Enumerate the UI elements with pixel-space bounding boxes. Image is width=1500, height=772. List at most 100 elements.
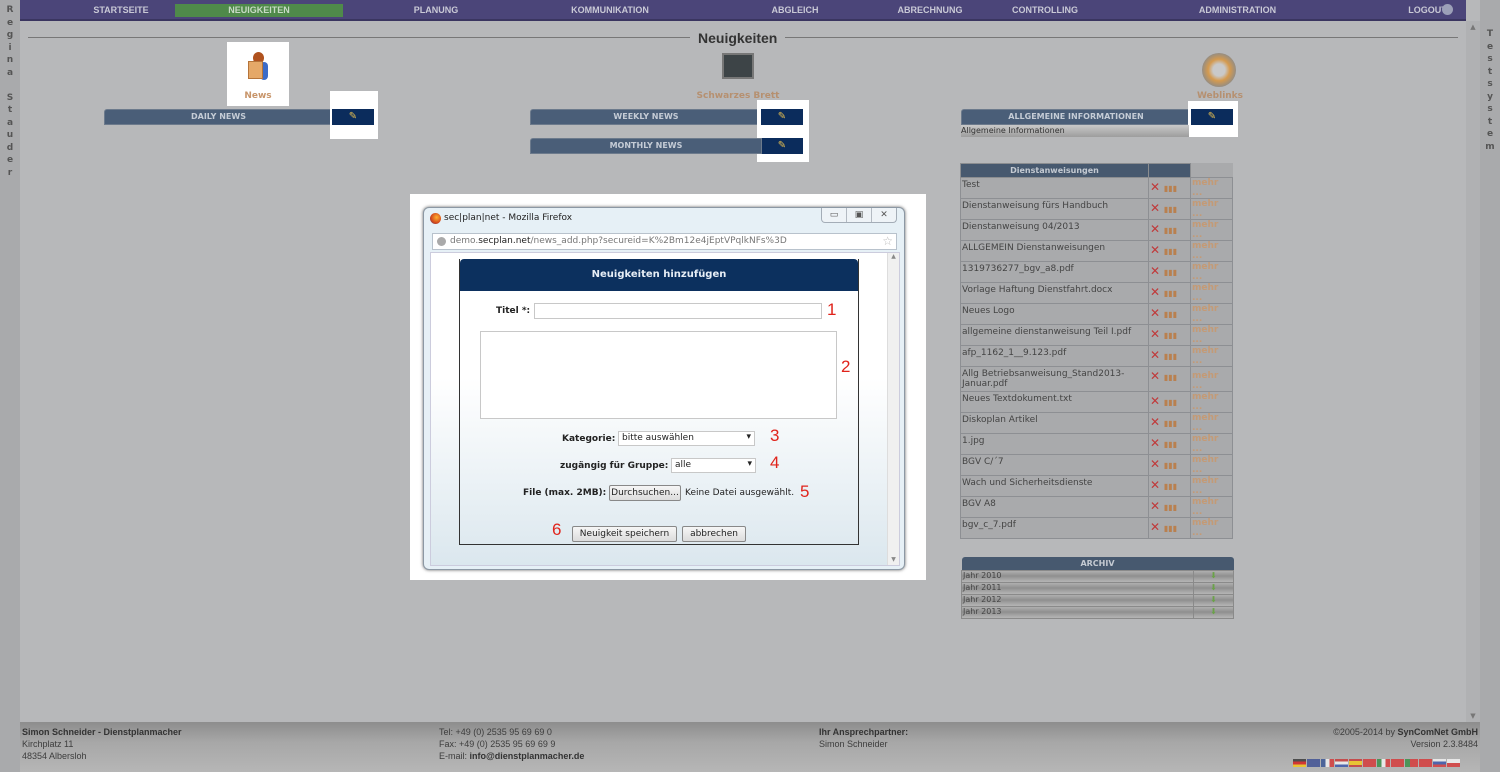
delete-icon[interactable]: ✕: [1150, 306, 1160, 320]
statistics-icon[interactable]: ▮▮▮: [1164, 289, 1177, 298]
more-link[interactable]: mehr ...: [1190, 177, 1233, 199]
flag-es-icon[interactable]: [1349, 759, 1362, 767]
nav-neuigkeiten[interactable]: NEUIGKEITEN: [175, 4, 343, 17]
more-link[interactable]: mehr ...: [1190, 412, 1233, 434]
flag-ch-icon[interactable]: [1363, 759, 1376, 767]
document-name[interactable]: Test: [960, 177, 1149, 199]
archive-year[interactable]: Jahr 2010: [961, 569, 1194, 583]
page-scrollbar[interactable]: ▲ ▼: [1466, 21, 1480, 722]
daily-news-bar[interactable]: DAILY NEWS: [104, 109, 333, 125]
more-link[interactable]: mehr ...: [1190, 433, 1233, 455]
document-name[interactable]: Dienstanweisung 04/2013: [960, 219, 1149, 241]
general-info-item[interactable]: Allgemeine Informationen: [961, 125, 1189, 137]
delete-icon[interactable]: ✕: [1150, 499, 1160, 513]
nav-startseite[interactable]: STARTSEITE: [68, 4, 174, 17]
delete-icon[interactable]: ✕: [1150, 285, 1160, 299]
statistics-icon[interactable]: ▮▮▮: [1164, 524, 1177, 533]
cancel-button[interactable]: abbrechen: [682, 526, 746, 542]
url-bar[interactable]: demo.secplan.net/news_add.php?secureid=K…: [432, 233, 897, 250]
group-select[interactable]: alle: [671, 458, 756, 473]
statistics-icon[interactable]: ▮▮▮: [1164, 419, 1177, 428]
document-name[interactable]: Vorlage Haftung Dienstfahrt.docx: [960, 282, 1149, 304]
document-name[interactable]: afp_1162_1__9.123.pdf: [960, 345, 1149, 367]
more-link[interactable]: mehr ...: [1190, 454, 1233, 476]
help-icon[interactable]: [1442, 4, 1453, 15]
flag-tr-icon[interactable]: [1391, 759, 1404, 767]
archive-year[interactable]: Jahr 2013: [961, 605, 1194, 619]
more-link[interactable]: mehr ...: [1190, 366, 1233, 392]
monthly-edit-pencil-icon[interactable]: ✎: [761, 138, 803, 154]
nav-administration[interactable]: ADMINISTRATION: [1170, 4, 1305, 17]
delete-icon[interactable]: ✕: [1150, 327, 1160, 341]
download-arrow-icon[interactable]: ⬇: [1193, 569, 1234, 583]
weblinks-link[interactable]: Weblinks: [1180, 52, 1260, 102]
popup-scrollbar[interactable]: ▲ ▼: [887, 253, 899, 565]
news-link[interactable]: News: [227, 42, 289, 106]
more-link[interactable]: mehr ...: [1190, 324, 1233, 346]
document-name[interactable]: bgv_c_7.pdf: [960, 517, 1149, 539]
delete-icon[interactable]: ✕: [1150, 394, 1160, 408]
statistics-icon[interactable]: ▮▮▮: [1164, 373, 1177, 382]
delete-icon[interactable]: ✕: [1150, 369, 1160, 383]
flag-cn-icon[interactable]: [1419, 759, 1432, 767]
email-link[interactable]: info@dienstplanmacher.de: [470, 751, 585, 761]
more-link[interactable]: mehr ...: [1190, 391, 1233, 413]
more-link[interactable]: mehr ...: [1190, 282, 1233, 304]
document-name[interactable]: Allg Betriebsanweisung_Stand2013-Januar.…: [960, 366, 1149, 392]
delete-icon[interactable]: ✕: [1150, 478, 1160, 492]
nav-logout[interactable]: LOGOUT: [1390, 4, 1465, 17]
more-link[interactable]: mehr ...: [1190, 240, 1233, 262]
flag-en-icon[interactable]: [1307, 759, 1320, 767]
minimize-icon[interactable]: ▭: [822, 208, 847, 222]
statistics-icon[interactable]: ▮▮▮: [1164, 482, 1177, 491]
schwarzes-brett-link[interactable]: Schwarzes Brett: [690, 52, 786, 102]
statistics-icon[interactable]: ▮▮▮: [1164, 461, 1177, 470]
document-name[interactable]: ALLGEMEIN Dienstanweisungen: [960, 240, 1149, 262]
delete-icon[interactable]: ✕: [1150, 457, 1160, 471]
delete-icon[interactable]: ✕: [1150, 222, 1160, 236]
statistics-icon[interactable]: ▮▮▮: [1164, 184, 1177, 193]
archive-year[interactable]: Jahr 2011: [961, 581, 1194, 595]
general-info-bar[interactable]: ALLGEMEINE INFORMATIONEN: [961, 109, 1191, 125]
document-name[interactable]: Neues Textdokument.txt: [960, 391, 1149, 413]
body-textarea[interactable]: [480, 331, 837, 419]
download-arrow-icon[interactable]: ⬇: [1193, 581, 1234, 595]
more-link[interactable]: mehr ...: [1190, 517, 1233, 539]
flag-nl-icon[interactable]: [1335, 759, 1348, 767]
delete-icon[interactable]: ✕: [1150, 520, 1160, 534]
nav-controlling[interactable]: CONTROLLING: [995, 4, 1095, 17]
document-name[interactable]: 1319736277_bgv_a8.pdf: [960, 261, 1149, 283]
download-arrow-icon[interactable]: ⬇: [1193, 605, 1234, 619]
save-button[interactable]: Neuigkeit speichern: [572, 526, 677, 542]
delete-icon[interactable]: ✕: [1150, 201, 1160, 215]
flag-pt-icon[interactable]: [1405, 759, 1418, 767]
statistics-icon[interactable]: ▮▮▮: [1164, 310, 1177, 319]
statistics-icon[interactable]: ▮▮▮: [1164, 268, 1177, 277]
monthly-news-bar[interactable]: MONTHLY NEWS: [530, 138, 762, 154]
statistics-icon[interactable]: ▮▮▮: [1164, 205, 1177, 214]
delete-icon[interactable]: ✕: [1150, 415, 1160, 429]
download-arrow-icon[interactable]: ⬇: [1193, 593, 1234, 607]
nav-kommunikation[interactable]: KOMMUNIKATION: [510, 4, 710, 17]
document-name[interactable]: BGV C/´7: [960, 454, 1149, 476]
daily-news-edit[interactable]: ✎: [330, 91, 378, 139]
flag-de-icon[interactable]: [1293, 759, 1306, 767]
archive-year[interactable]: Jahr 2012: [961, 593, 1194, 607]
browse-button[interactable]: Durchsuchen...: [609, 485, 681, 501]
flag-pl-icon[interactable]: [1447, 759, 1460, 767]
statistics-icon[interactable]: ▮▮▮: [1164, 331, 1177, 340]
delete-icon[interactable]: ✕: [1150, 436, 1160, 450]
statistics-icon[interactable]: ▮▮▮: [1164, 440, 1177, 449]
more-link[interactable]: mehr ...: [1190, 496, 1233, 518]
maximize-icon[interactable]: ▣: [847, 208, 872, 222]
statistics-icon[interactable]: ▮▮▮: [1164, 226, 1177, 235]
more-link[interactable]: mehr ...: [1190, 198, 1233, 220]
document-name[interactable]: Neues Logo: [960, 303, 1149, 325]
flag-ru-icon[interactable]: [1433, 759, 1446, 767]
more-link[interactable]: mehr ...: [1190, 219, 1233, 241]
flag-fr-icon[interactable]: [1321, 759, 1334, 767]
document-name[interactable]: Diskoplan Artikel: [960, 412, 1149, 434]
delete-icon[interactable]: ✕: [1150, 180, 1160, 194]
nav-planung[interactable]: PLANUNG: [376, 4, 496, 17]
nav-abrechnung[interactable]: ABRECHNUNG: [860, 4, 1000, 17]
